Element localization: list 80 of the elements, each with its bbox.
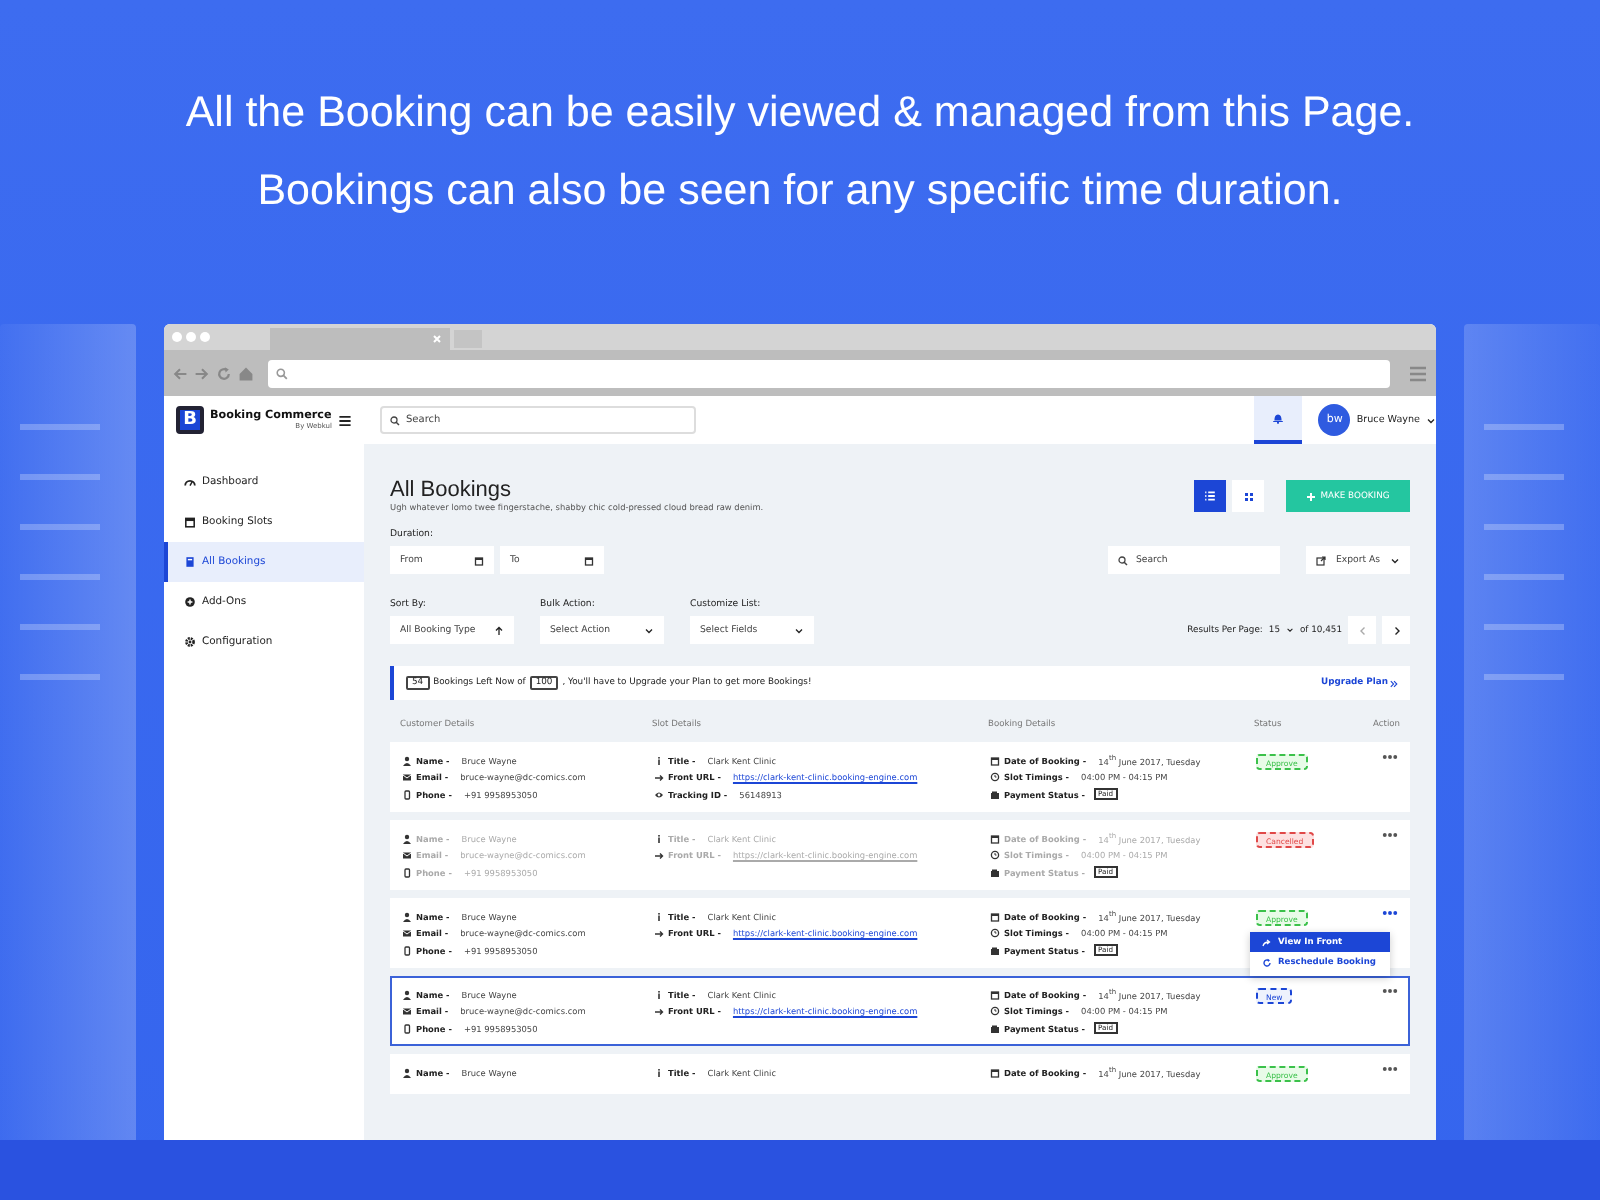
booking-card[interactable] [390,742,1410,812]
chevron-left-icon [1357,625,1367,635]
caret-icon [1389,555,1400,565]
more-icon [1382,1066,1398,1072]
calendar-icon [990,1067,1000,1077]
export-icon [1316,555,1326,565]
search-icon [390,415,400,425]
grid-view-button[interactable] [1232,480,1264,512]
user-icon [402,755,412,765]
clock-icon [990,1006,1000,1016]
plus-circle-icon [184,596,196,608]
sort-arrow-icon [494,625,504,635]
user-icon [402,911,412,921]
caret-icon[interactable] [1286,626,1294,634]
user-icon [402,989,412,999]
menu-icon[interactable] [338,413,352,427]
list-icon [1204,490,1216,502]
refresh-icon [1262,957,1272,967]
eye-icon [654,789,664,799]
caret-icon[interactable] [1426,415,1436,425]
wallet-icon [990,789,1000,799]
share-arrow-icon [1262,937,1272,947]
more-icon [1382,832,1398,838]
wallet-icon [990,867,1000,877]
bell-icon [1272,412,1285,424]
gear-icon [184,636,196,648]
caret-icon [644,625,654,635]
more-icon [1382,910,1398,916]
close-icon[interactable] [432,334,442,344]
phone-icon [402,945,412,955]
page-title: All Bookings [390,478,514,502]
next-page-button[interactable] [1382,616,1410,644]
envelope-icon [402,772,412,782]
arrow-icon [654,1006,664,1016]
book-icon [184,556,196,568]
notification-button[interactable] [1254,396,1303,444]
phone-icon [402,789,412,799]
envelope-icon [402,850,412,860]
chevron-right-icon [1391,625,1401,635]
caret-icon [794,625,804,635]
double-chevron-icon [1390,679,1398,687]
calendar-icon [474,555,484,565]
calendar-icon [184,516,196,528]
calendar-icon [990,755,1000,765]
envelope-icon [402,1006,412,1016]
headline: Bookings can also be seen for any specific time duration. [257,166,1343,216]
search-icon [276,367,288,379]
forward-icon[interactable] [194,365,210,381]
headline: All the Booking can be easily viewed & managed from this Page. [185,88,1415,138]
home-icon[interactable] [238,365,254,381]
back-icon[interactable] [172,365,188,381]
list-view-button[interactable] [1194,480,1226,512]
booking-card[interactable] [390,976,1410,1046]
phone-icon [402,1023,412,1033]
wallet-icon [990,1023,1000,1033]
clock-icon [990,772,1000,782]
wallet-icon [990,945,1000,955]
search-icon [1118,555,1128,565]
clock-icon [990,850,1000,860]
grid-icon [1243,491,1253,501]
phone-icon [402,867,412,877]
arrow-icon [654,850,664,860]
user-icon [402,1067,412,1077]
more-icon [1382,754,1398,760]
clock-icon [990,928,1000,938]
plus-icon [1306,491,1317,501]
user-icon [402,833,412,843]
logo: B [176,406,204,434]
arrow-icon [654,772,664,782]
booking-card[interactable] [390,898,1410,968]
calendar-icon [990,833,1000,843]
more-icon [1382,988,1398,994]
calendar-icon [990,911,1000,921]
arrow-icon [654,928,664,938]
address-field[interactable] [268,359,1390,387]
gauge-icon [184,476,196,488]
calendar-icon [584,555,594,565]
envelope-icon [402,928,412,938]
calendar-icon [990,989,1000,999]
reload-icon[interactable] [216,365,232,381]
